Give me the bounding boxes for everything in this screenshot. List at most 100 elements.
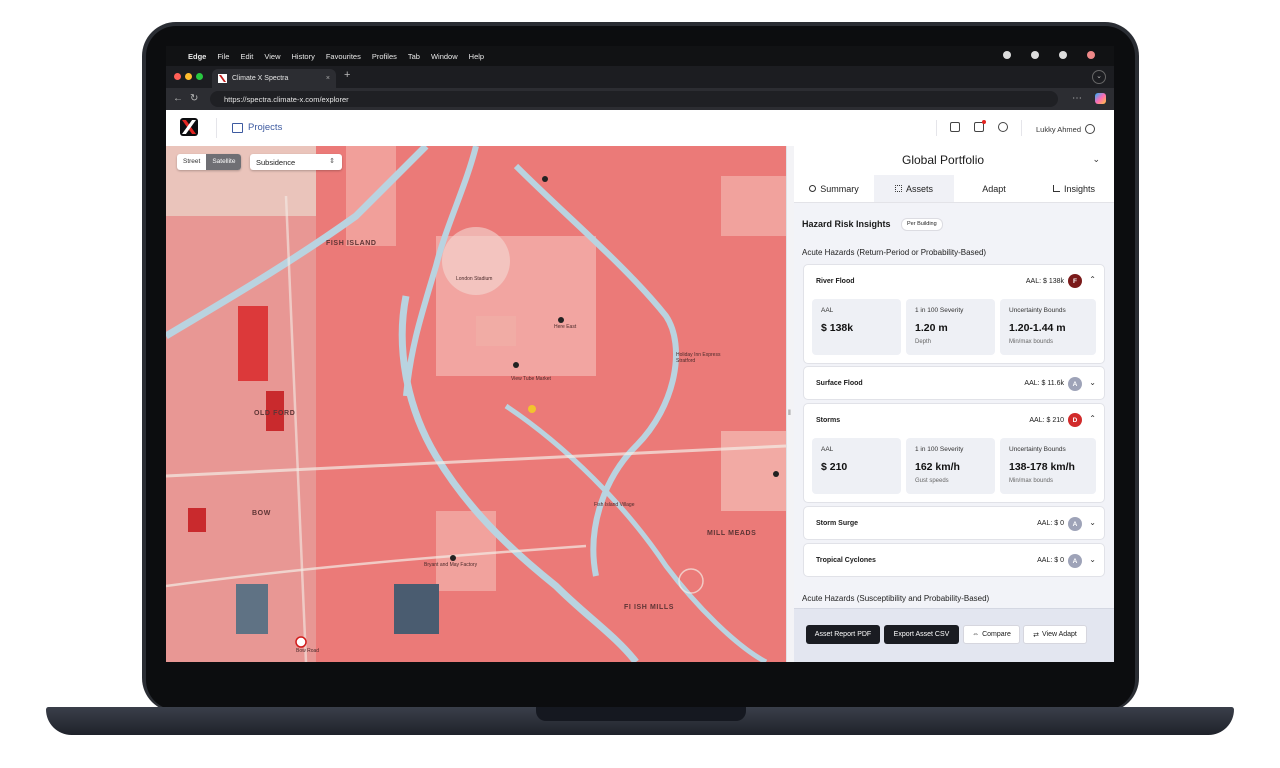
hazard-aal: AAL: $ 138k [1025,278,1064,285]
tab-insights[interactable]: Insights [1034,175,1114,202]
back-arrow-icon[interactable]: ← [173,93,183,104]
satellite-tile [394,584,439,634]
reload-icon[interactable]: ↻ [190,93,198,104]
map-marker[interactable] [528,405,536,413]
hazard-aal: AAL: $ 0 [1037,520,1064,527]
hazard-name: Storms [816,417,841,424]
hazard-card-storm-surge[interactable]: Storm Surge AAL: $ 0 A ⌄ [803,506,1105,540]
satellite-view-button[interactable]: Satellite [206,154,242,170]
metric-severity: 1 in 100 Severity 1.20 m Depth [906,299,995,355]
browser-tab[interactable]: Climate X Spectra × [212,69,336,88]
acute-hazards-title: Acute Hazards (Return-Period or Probabil… [802,248,987,257]
chevron-up-icon[interactable]: ⌃ [1089,275,1096,284]
hazard-cell-high [188,508,206,532]
tab-close-icon[interactable]: × [326,75,330,82]
menu-history[interactable]: History [292,52,315,61]
new-tab-button[interactable]: + [344,69,350,81]
grade-badge: D [1068,413,1082,427]
chevron-down-icon[interactable]: ⌄ [1089,518,1096,527]
export-asset-csv-button[interactable]: Export Asset CSV [884,625,959,644]
tab-adapt[interactable]: Adapt [954,175,1034,202]
per-building-badge[interactable]: Per Building [901,218,943,231]
laptop-screen: Edge File Edit View History Favourites P… [166,46,1114,662]
hazard-card-surface-flood[interactable]: Surface Flood AAL: $ 11.6k A ⌄ [803,366,1105,400]
app-header: Projects Lukky Ahmed [166,110,1114,147]
minimize-window-button[interactable] [185,73,192,80]
url-input[interactable]: https://spectra.climate-x.com/explorer [210,91,1058,107]
grade-badge: A [1068,377,1082,391]
metric-note: Min/max bounds [1009,339,1054,345]
poi-marker[interactable] [542,176,548,182]
map-label-mill-meads: MILL MEADS [707,530,757,537]
hazard-cell [346,146,396,246]
menu-profiles[interactable]: Profiles [372,52,397,61]
user-menu[interactable]: Lukky Ahmed [1036,124,1096,134]
menu-edge[interactable]: Edge [188,52,206,61]
tab-menu-chevron-icon[interactable]: ⌄ [1092,70,1106,84]
chevron-down-icon[interactable]: ⌄ [1089,555,1096,564]
poi-marker[interactable] [558,317,564,323]
tab-label: Summary [820,183,859,194]
menu-window[interactable]: Window [431,52,458,61]
hazard-cell [721,176,786,236]
asset-report-pdf-button[interactable]: Asset Report PDF [806,625,880,644]
menu-tab[interactable]: Tab [408,52,420,61]
chevron-up-icon[interactable]: ⌃ [1089,414,1096,423]
bar-chart-icon [1052,185,1060,192]
close-window-button[interactable] [174,73,181,80]
hazard-layer-select[interactable]: Subsidence ⇕ [250,154,342,170]
laptop-notch [536,707,746,721]
browser-addressbar: ← ↻ https://spectra.climate-x.com/explor… [166,88,1114,110]
menu-edit[interactable]: Edit [240,52,253,61]
siri-icon[interactable] [1087,51,1095,59]
poi-bow-road: Bow Road [296,648,320,654]
acute-hazards-title-2: Acute Hazards (Susceptibility and Probab… [802,594,990,603]
underground-icon[interactable] [295,636,307,648]
copilot-icon[interactable] [1095,93,1106,104]
metric-note: Min/max bounds [1009,478,1054,484]
map-label-mills: FI ISH MILLS [624,604,674,611]
tab-summary[interactable]: Summary [794,175,874,202]
tab-assets[interactable]: Assets [874,175,954,202]
hazard-card-tropical-cyclones[interactable]: Tropical Cyclones AAL: $ 0 A ⌄ [803,543,1105,577]
climate-x-favicon-icon [218,74,227,83]
projects-link[interactable]: Projects [232,122,282,133]
header-separator [936,120,937,136]
help-icon[interactable] [998,122,1008,132]
menu-help[interactable]: Help [469,52,484,61]
app: Projects Lukky Ahmed Street Satellite Su… [166,110,1114,662]
hazard-card-storms: Storms AAL: $ 210 D ⌃ AAL $ 210 1 in 100… [803,403,1105,503]
metric-uncertainty: Uncertainty Bounds 1.20-1.44 m Min/max b… [1000,299,1096,355]
street-view-button[interactable]: Street [177,154,206,170]
metric-label: 1 in 100 Severity [915,446,964,453]
portfolio-selector[interactable]: Global Portfolio ⌄ [794,146,1114,175]
poi-marker[interactable] [773,471,779,477]
poi-marker[interactable] [450,555,456,561]
chevron-down-icon[interactable]: ⌄ [1089,378,1096,387]
more-icon[interactable]: ⋯ [1072,93,1082,104]
wifi-icon[interactable] [1003,51,1011,59]
control-center-icon[interactable] [1059,51,1067,59]
metric-value: $ 138k [821,322,854,334]
projects-icon [232,122,243,133]
climate-x-logo[interactable] [180,118,198,136]
metric-value: 138-178 km/h [1009,461,1075,473]
announcement-icon[interactable] [974,120,986,132]
compare-button[interactable]: ⇔ Compare [963,625,1020,644]
poi-fish-island-village: Fish Island Village [594,502,635,508]
view-adapt-button[interactable]: ⇄ View Adapt [1023,625,1087,644]
compare-icon: ⇔ [972,631,980,638]
export-icon[interactable] [950,122,960,132]
menu-favourites[interactable]: Favourites [326,52,361,61]
map-view[interactable]: Street Satellite Subsidence ⇕ FISH ISLAN… [166,146,786,662]
menu-view[interactable]: View [264,52,280,61]
menu-file[interactable]: File [217,52,229,61]
search-icon[interactable] [1031,51,1039,59]
header-divider [216,118,217,138]
url-text: https://spectra.climate-x.com/explorer [224,94,349,104]
poi-marker[interactable] [513,362,519,368]
zoom-window-button[interactable] [196,73,203,80]
satellite-tile [236,584,268,634]
map-label-bow: BOW [252,510,271,517]
metric-value: $ 210 [821,461,848,473]
